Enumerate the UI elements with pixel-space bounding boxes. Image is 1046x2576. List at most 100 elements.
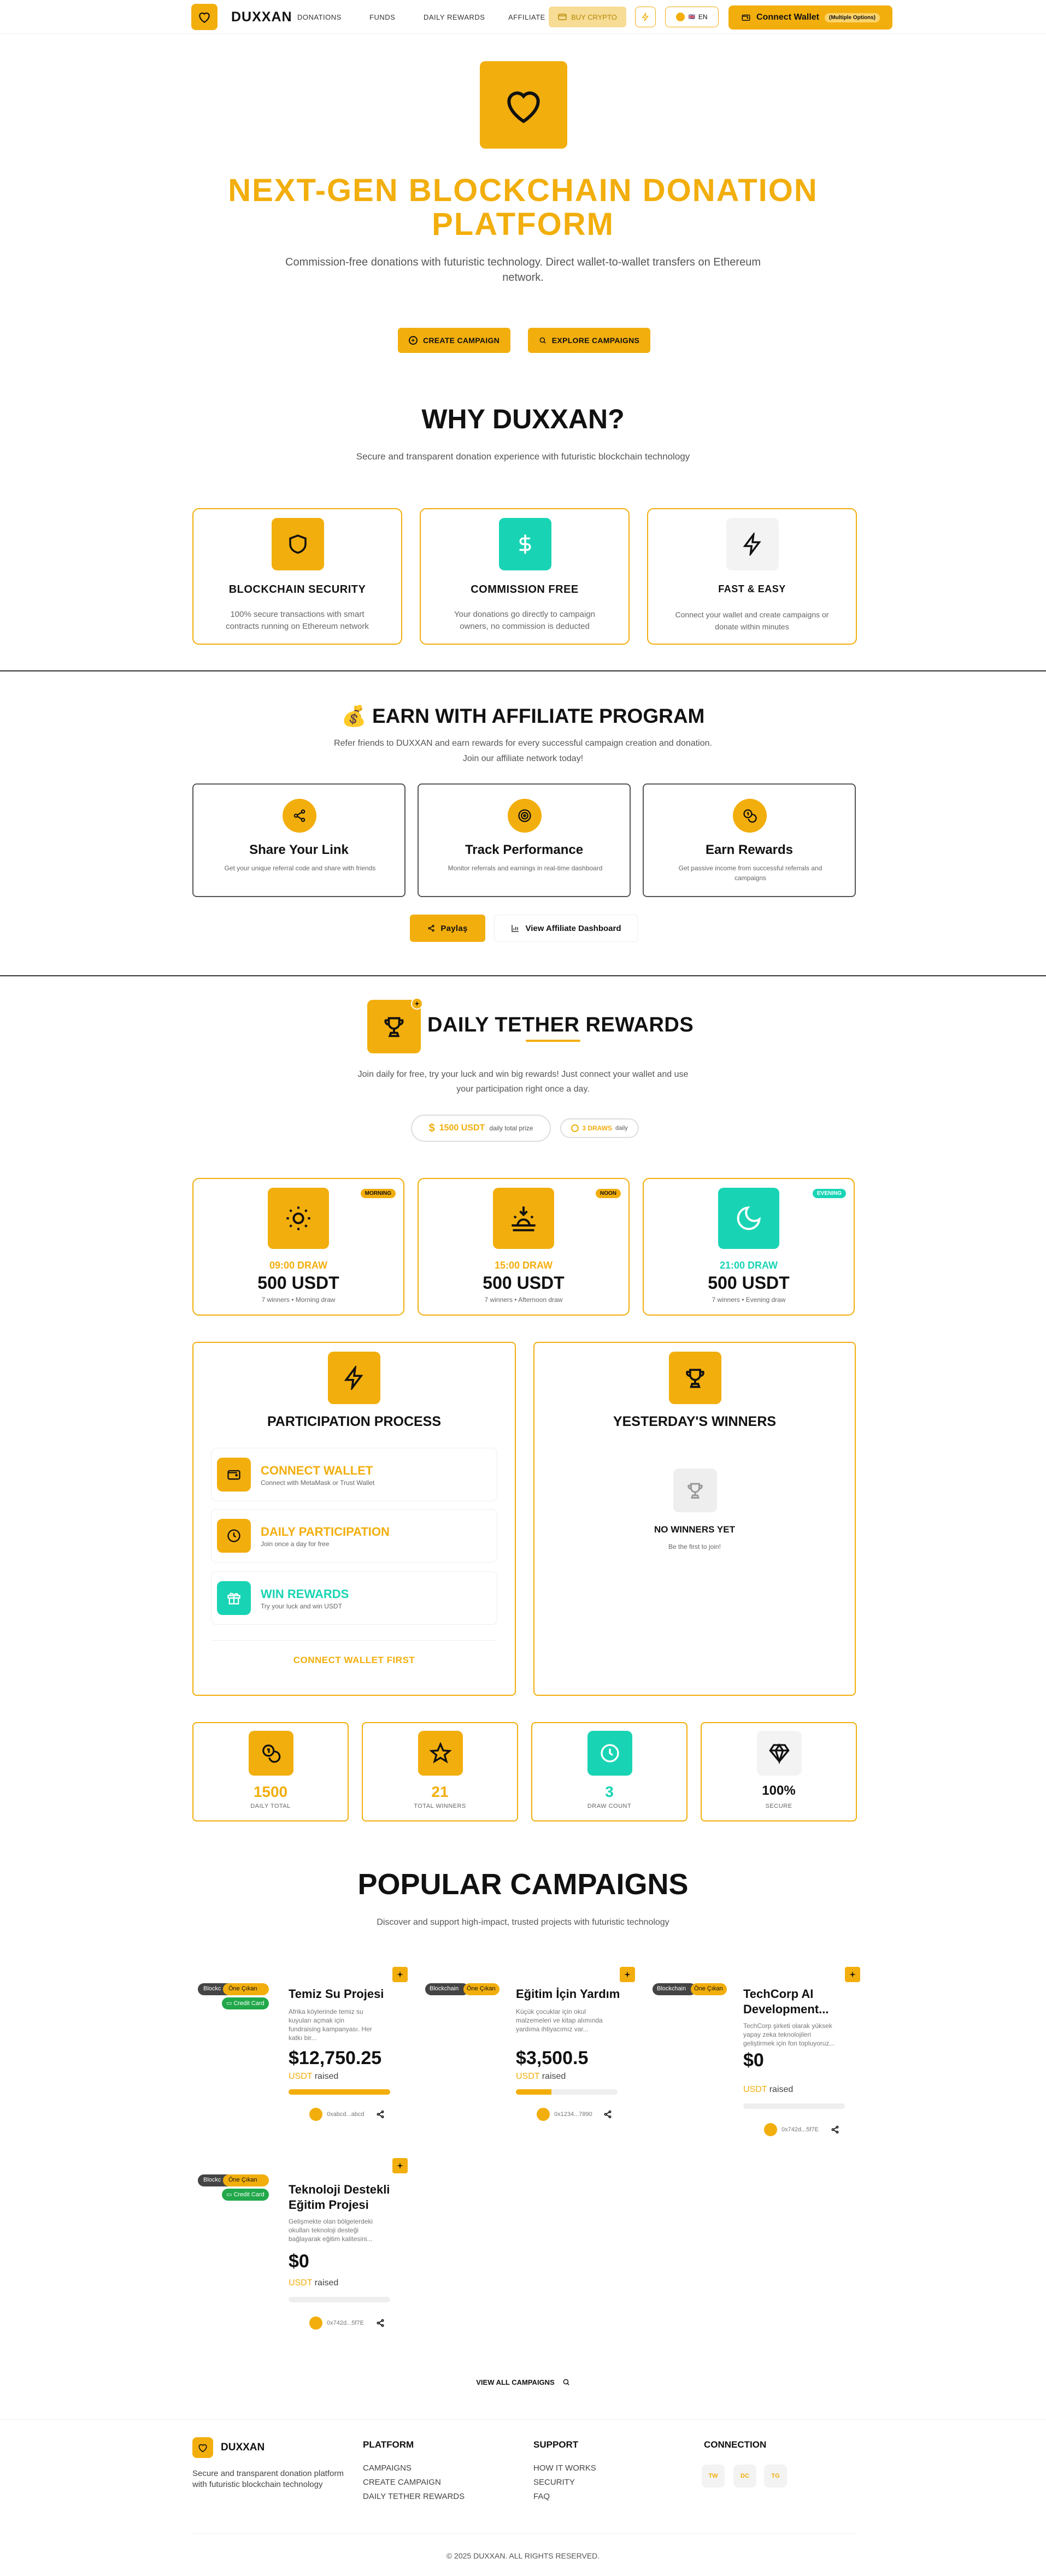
- lightning-icon: [328, 1352, 380, 1404]
- footer-link-how-it-works[interactable]: HOW IT WORKS: [533, 2463, 596, 2473]
- section-divider: [0, 670, 1046, 671]
- raised-unit: USDT: [516, 2072, 540, 2081]
- footer-link-security[interactable]: SECURITY: [533, 2478, 575, 2487]
- theme-toggle-button[interactable]: [635, 7, 656, 27]
- twitter-icon[interactable]: TW: [702, 2465, 725, 2487]
- view-all-campaigns-button[interactable]: VIEW ALL CAMPAIGNS: [471, 2371, 575, 2393]
- trophy-icon: [673, 1469, 717, 1512]
- stat-value: 21: [431, 1783, 449, 1800]
- campaign-card[interactable]: Blockc Öne Çıkan ▭ Credit Card Teknoloji…: [198, 2158, 411, 2338]
- winners-title: YESTERDAY'S WINNERS: [613, 1414, 777, 1429]
- language-button[interactable]: 🇬🇧 EN: [665, 7, 719, 27]
- nav-funds[interactable]: FUNDS: [369, 13, 395, 21]
- connect-wallet-first-button[interactable]: CONNECT WALLET FIRST: [211, 1640, 497, 1679]
- wallet-icon: [217, 1458, 251, 1492]
- affiliate-card-title: Track Performance: [465, 842, 584, 857]
- connect-wallet-label: Connect Wallet: [756, 13, 819, 22]
- share-icon[interactable]: [603, 2110, 612, 2121]
- buy-crypto-label: BUY CRYPTO: [571, 13, 617, 21]
- why-card-commission: COMMISSION FREE Your donations go direct…: [420, 508, 630, 645]
- why-card-fast: FAST & EASY Connect your wallet and crea…: [647, 508, 857, 645]
- campaign-title: Teknoloji Destekli Eğitim Projesi: [289, 2183, 390, 2212]
- campaign-card[interactable]: Blockc Öne Çıkan ▭ Credit Card Temiz Su …: [198, 1967, 411, 2131]
- affiliate-card-title: Share Your Link: [249, 842, 349, 857]
- tag-credit-card-label: Credit Card: [233, 2000, 265, 2007]
- footer-link-daily-rewards[interactable]: DAILY TETHER REWARDS: [363, 2492, 465, 2501]
- search-icon: [563, 2379, 569, 2385]
- draw-time: 15:00 DRAW: [494, 1260, 553, 1271]
- stat-secure: 100% SECURE: [701, 1722, 857, 1822]
- connect-wallet-button[interactable]: Connect Wallet (Multiple Options): [728, 5, 892, 30]
- wallet-icon: [742, 14, 750, 21]
- why-title: WHY DUXXAN?: [421, 404, 625, 434]
- draw-card-evening: EVENING 21:00 DRAW 500 USDT 7 winners • …: [643, 1178, 855, 1316]
- clock-icon: [217, 1519, 251, 1553]
- dollar-icon: $: [428, 1122, 435, 1134]
- nav-daily-rewards[interactable]: DAILY REWARDS: [424, 13, 485, 21]
- rewards-subtitle-2: your participation right once a day.: [456, 1084, 590, 1094]
- gift-icon: [217, 1581, 251, 1615]
- campaign-progress: [289, 2089, 390, 2095]
- view-all-label: VIEW ALL CAMPAIGNS: [476, 2378, 555, 2386]
- rewards-subtitle: Join daily for free, try your luck and w…: [357, 1070, 689, 1079]
- winners-panel: YESTERDAY'S WINNERS NO WINNERS YET Be th…: [533, 1342, 856, 1696]
- affiliate-dashboard-button[interactable]: View Affiliate Dashboard: [494, 915, 638, 942]
- tag-blockchain: Blockchain: [425, 1983, 469, 1995]
- participation-panel: PARTICIPATION PROCESS CONNECT WALLET Con…: [192, 1342, 516, 1696]
- telegram-icon[interactable]: TG: [764, 2465, 787, 2487]
- footer-brand: DUXXAN: [221, 2442, 265, 2453]
- campaign-title: TechCorp AI Development...: [743, 1987, 829, 2016]
- campaign-owner: 0xabcd...abcd: [327, 2111, 365, 2118]
- target-icon: [508, 799, 542, 833]
- plus-icon: +: [408, 336, 418, 345]
- affiliate-dashboard-label: View Affiliate Dashboard: [525, 923, 621, 933]
- tag-blockchain: Blockchain: [653, 1983, 696, 1995]
- avatar: [309, 2108, 322, 2121]
- step-title: WIN REWARDS: [261, 1587, 349, 1601]
- draw-count-value: 3 DRAWS: [582, 1124, 613, 1132]
- brand-name[interactable]: DUXXAN: [231, 9, 292, 25]
- create-campaign-label: CREATE CAMPAIGN: [422, 336, 500, 345]
- logo-icon: [192, 2437, 213, 2458]
- stat-label: TOTAL WINNERS: [414, 1803, 466, 1809]
- coins-icon: [249, 1731, 293, 1776]
- draw-amount: 500 USDT: [257, 1273, 339, 1293]
- nav-donations[interactable]: DONATIONS: [297, 13, 342, 21]
- avatar: [764, 2123, 777, 2136]
- affiliate-card-earn: Earn Rewards Get passive income from suc…: [643, 783, 856, 897]
- step-title: DAILY PARTICIPATION: [261, 1525, 390, 1538]
- stat-value: 3: [605, 1783, 614, 1800]
- avatar: [309, 2316, 322, 2330]
- share-button[interactable]: Paylaş: [410, 915, 485, 942]
- language-label: EN: [698, 13, 708, 21]
- explore-campaigns-button[interactable]: EXPLORE CAMPAIGNS: [528, 328, 650, 353]
- sparkle-icon: [392, 1967, 408, 1982]
- step-connect-wallet: CONNECT WALLET Connect with MetaMask or …: [211, 1448, 497, 1501]
- footer-link-faq[interactable]: FAQ: [533, 2492, 550, 2501]
- hero-heart-icon: [480, 61, 567, 149]
- sparkle-icon: [411, 998, 423, 1010]
- stat-draw-count: 3 DRAW COUNT: [531, 1722, 687, 1822]
- share-icon[interactable]: [376, 2319, 385, 2330]
- why-subtitle: Secure and transparent donation experien…: [356, 451, 690, 462]
- footer-link-create-campaign[interactable]: CREATE CAMPAIGN: [363, 2478, 441, 2487]
- raised-label: raised: [314, 2278, 339, 2288]
- footer-link-campaigns[interactable]: CAMPAIGNS: [363, 2463, 412, 2473]
- buy-crypto-button[interactable]: BUY CRYPTO: [549, 7, 626, 27]
- campaigns-subtitle: Discover and support high-impact, truste…: [377, 1918, 669, 1927]
- campaign-card[interactable]: Blockchain Öne Çıkan Eğitim İçin Yardım …: [425, 1967, 638, 2131]
- campaign-card[interactable]: Blockchain Öne Çıkan TechCorp AI Develop…: [653, 1967, 866, 2147]
- logo-icon[interactable]: [191, 4, 218, 30]
- title-underline: [526, 1040, 580, 1042]
- affiliate-card-text: Get passive income from successful refer…: [678, 864, 822, 882]
- discord-icon[interactable]: DC: [733, 2465, 756, 2487]
- nav-affiliate[interactable]: AFFILIATE: [508, 13, 545, 21]
- share-icon[interactable]: [831, 2125, 839, 2137]
- why-card-title: COMMISSION FREE: [471, 583, 579, 596]
- raised-label: raised: [542, 2072, 566, 2081]
- lightning-icon: [642, 13, 649, 21]
- daily-prize-pill: $ 1500 USDT daily total prize: [411, 1115, 551, 1142]
- footer-tagline-2: with futuristic blockchain technology: [192, 2480, 323, 2489]
- create-campaign-button[interactable]: + CREATE CAMPAIGN: [398, 328, 510, 353]
- share-icon[interactable]: [376, 2110, 385, 2121]
